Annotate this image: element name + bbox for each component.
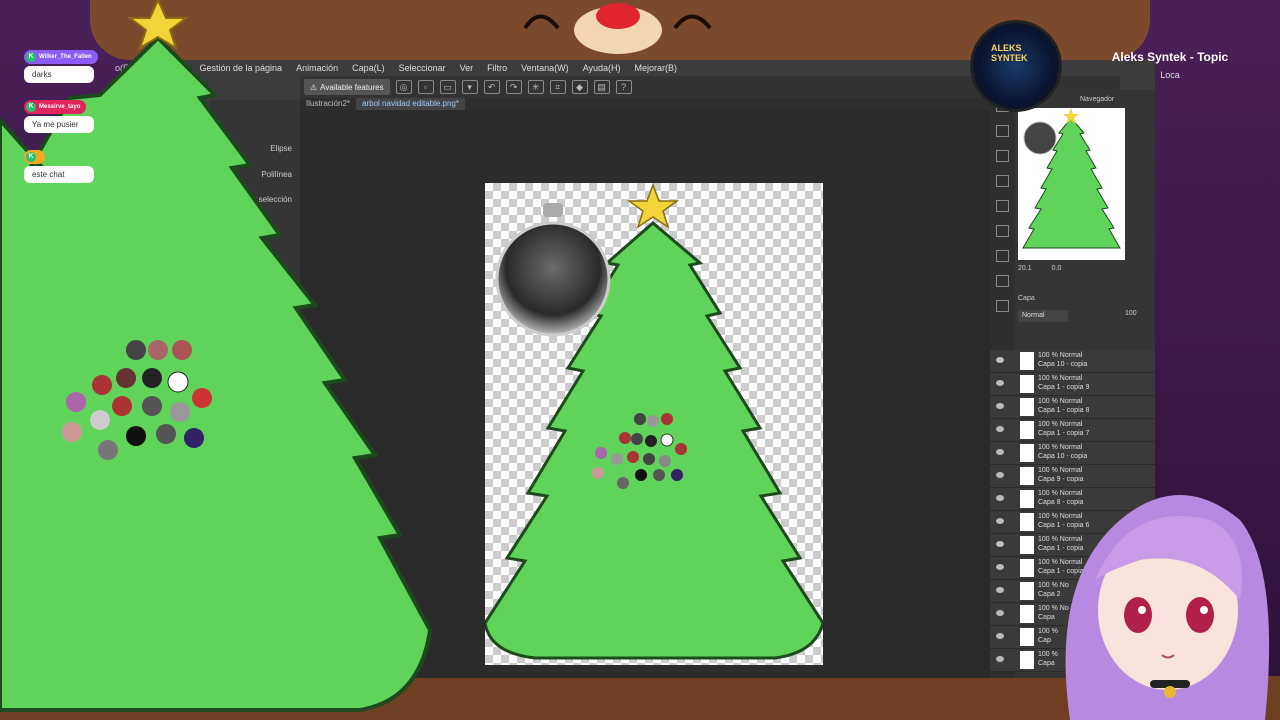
- panel-icon[interactable]: [996, 250, 1009, 262]
- undo-icon[interactable]: ↶: [483, 80, 500, 94]
- menu-item[interactable]: Ayuda(H): [583, 63, 621, 73]
- album-art-text: ALEKS SYNTEK: [991, 43, 1028, 63]
- help-icon[interactable]: ?: [615, 80, 632, 94]
- visibility-eye-icon[interactable]: [996, 610, 1004, 616]
- visibility-eye-icon[interactable]: [996, 633, 1004, 639]
- layer-row[interactable]: 100 % Normal Capa 1 - copia 9: [990, 373, 1155, 396]
- layer-row[interactable]: 100 % Normal Capa 1 - copia 8: [990, 396, 1155, 419]
- angle-value[interactable]: 0.0: [1052, 265, 1062, 272]
- menu-item[interactable]: Ver: [460, 63, 474, 73]
- album-art: ALEKS SYNTEK: [970, 20, 1062, 112]
- chat-message: K Wilker_The_Fallen darks: [24, 45, 114, 83]
- document-canvas[interactable]: [483, 182, 825, 665]
- chat-overlay: K Wilker_The_Fallen darks K Messirve_tay…: [24, 45, 114, 195]
- kick-icon: K: [26, 52, 36, 62]
- navigator-thumbnail: [1022, 108, 1121, 249]
- layer-blend-label: 100 % Normal: [1038, 444, 1083, 451]
- layer-name: Capa 10 - copia: [1038, 453, 1088, 460]
- visibility-eye-icon[interactable]: [996, 426, 1004, 432]
- layer-name: Capa 1 - copia 8: [1038, 407, 1090, 414]
- panel-icon[interactable]: [996, 300, 1009, 312]
- clear-icon[interactable]: ⌗: [549, 80, 566, 94]
- visibility-eye-icon[interactable]: [996, 518, 1004, 524]
- panel-icon[interactable]: [996, 200, 1009, 212]
- fill-icon[interactable]: ◆: [571, 80, 588, 94]
- visibility-eye-icon[interactable]: [996, 564, 1004, 570]
- layer-thumbnail: [1020, 467, 1034, 485]
- chat-text: Ya me pusier: [24, 116, 94, 133]
- now-playing-widget: ALEKS SYNTEK Aleks Syntek - Topic Loca: [970, 20, 1270, 112]
- layer-thumbnail: [1020, 605, 1034, 623]
- layer-thumbnail: [1020, 375, 1034, 393]
- layer-thumbnail: [1020, 628, 1034, 646]
- menu-item[interactable]: Ventana(W): [521, 63, 569, 73]
- save-icon[interactable]: ▾: [461, 80, 478, 94]
- layer-panel-title: Capa: [1018, 295, 1035, 302]
- chat-username-badge: K Wilker_The_Fallen: [24, 50, 98, 64]
- christmas-tree-drawing: [483, 182, 825, 660]
- chat-username-badge: K Messirve_tayo: [24, 100, 87, 114]
- visibility-eye-icon[interactable]: [996, 380, 1004, 386]
- select-icon[interactable]: ▤: [593, 80, 610, 94]
- panel-icon[interactable]: [996, 225, 1009, 237]
- visibility-eye-icon[interactable]: [996, 656, 1004, 662]
- menu-item[interactable]: Filtro: [487, 63, 507, 73]
- layer-row[interactable]: 100 % Normal Capa 10 - copia: [990, 350, 1155, 373]
- visibility-eye-icon[interactable]: [996, 449, 1004, 455]
- layer-thumbnail: [1020, 421, 1034, 439]
- layer-row[interactable]: 100 % Normal Capa 1 - copia 7: [990, 419, 1155, 442]
- layer-blend-label: 100 % Normal: [1038, 421, 1083, 428]
- kick-icon: K: [26, 102, 36, 112]
- menu-item[interactable]: Mejorar(B): [635, 63, 678, 73]
- chat-text: darks: [24, 66, 94, 83]
- vtuber-avatar: [1065, 495, 1270, 720]
- layer-thumbnail: [1020, 352, 1034, 370]
- layer-name: Capa 1 - copia 7: [1038, 430, 1090, 437]
- star-icon: [626, 182, 680, 229]
- layer-thumbnail: [1020, 582, 1034, 600]
- layer-blend-label: 100 % Normal: [1038, 375, 1083, 382]
- panel-icon[interactable]: [996, 175, 1009, 187]
- layer-thumbnail: [1020, 444, 1034, 462]
- reindeer-face-icon: [523, 3, 712, 54]
- open-file-icon[interactable]: ▭: [439, 80, 456, 94]
- blend-mode-select[interactable]: Normal: [1018, 310, 1068, 322]
- layer-thumbnail: [1020, 513, 1034, 531]
- navigator-preview[interactable]: [1018, 108, 1125, 260]
- layer-blend-label: 100 % Normal: [1038, 398, 1083, 405]
- chat-username-badge: K: [24, 150, 45, 164]
- visibility-eye-icon[interactable]: [996, 403, 1004, 409]
- zoom-controls: 20.1 0.0: [1018, 265, 1061, 272]
- panel-icon[interactable]: [996, 125, 1009, 137]
- opacity-value[interactable]: 100: [1125, 310, 1137, 317]
- song-subtitle: Loca: [1160, 70, 1180, 80]
- visibility-eye-icon[interactable]: [996, 495, 1004, 501]
- layer-thumbnail: [1020, 536, 1034, 554]
- layer-thumbnail: [1020, 559, 1034, 577]
- visibility-eye-icon[interactable]: [996, 587, 1004, 593]
- visibility-eye-icon[interactable]: [996, 357, 1004, 363]
- chat-message: K este chat: [24, 145, 114, 183]
- chat-text: este chat: [24, 166, 94, 183]
- song-title: Aleks Syntek - Topic: [1111, 50, 1229, 64]
- zoom-value[interactable]: 20.1: [1018, 265, 1032, 272]
- transform-icon[interactable]: ✳: [527, 80, 544, 94]
- layer-thumbnail: [1020, 398, 1034, 416]
- layer-thumbnail: [1020, 651, 1034, 669]
- layer-name: Capa 1 - copia 9: [1038, 384, 1090, 391]
- redo-icon[interactable]: ↷: [505, 80, 522, 94]
- panel-icon[interactable]: [996, 150, 1009, 162]
- kick-icon: K: [26, 152, 36, 162]
- visibility-eye-icon[interactable]: [996, 541, 1004, 547]
- layer-name: Capa 10 - copia: [1038, 361, 1088, 368]
- layer-blend-label: 100 % Normal: [1038, 352, 1083, 359]
- panel-icon[interactable]: [996, 275, 1009, 287]
- layer-thumbnail: [1020, 490, 1034, 508]
- visibility-eye-icon[interactable]: [996, 472, 1004, 478]
- chat-message: K Messirve_tayo Ya me pusier: [24, 95, 114, 133]
